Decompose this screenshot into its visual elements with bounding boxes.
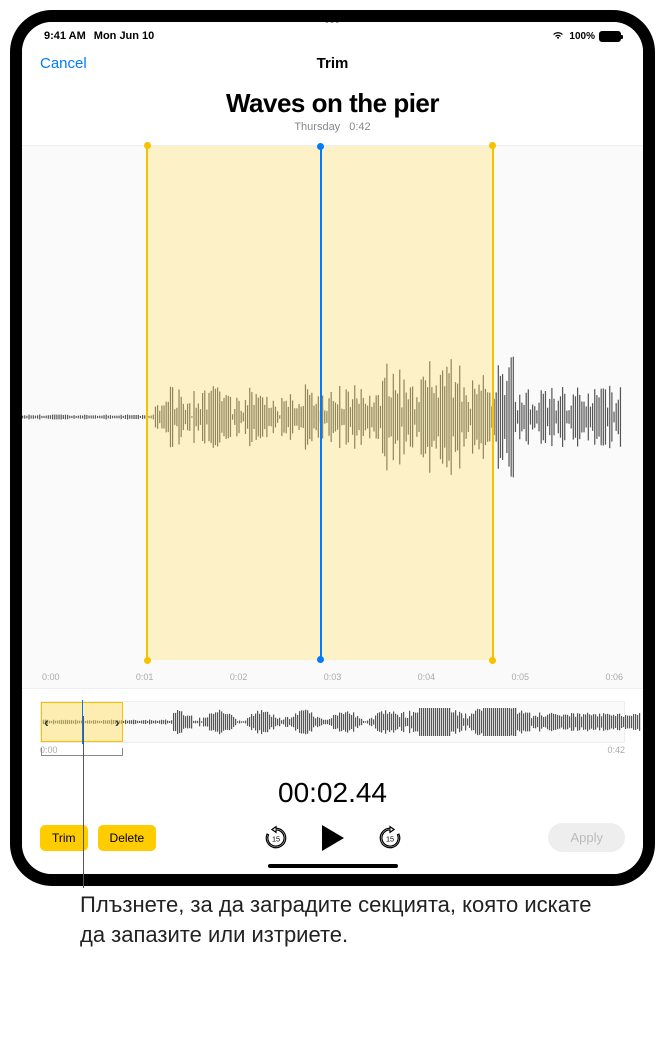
overview-end-time: 0:42: [607, 745, 625, 755]
recording-duration: 0:42: [349, 121, 370, 133]
ruler-tick: 0:03: [324, 672, 342, 682]
trim-handle-start-top[interactable]: [144, 142, 151, 149]
nav-title: Trim: [317, 55, 349, 72]
ipad-device-frame: 9:41 AM Mon Jun 10 ••• 100% Cancel Trim …: [10, 10, 655, 886]
trim-handle-end-bottom[interactable]: [489, 657, 496, 664]
waveform-area[interactable]: 0:00 0:01 0:02 0:03 0:04 0:05 0:06: [22, 145, 643, 689]
callout-bracket: [41, 746, 123, 756]
delete-button[interactable]: Delete: [98, 825, 157, 851]
overview-times: 0:00 0:42: [40, 745, 625, 755]
skip-forward-15-button[interactable]: 15: [374, 822, 406, 854]
wifi-icon: [551, 30, 565, 43]
cancel-button[interactable]: Cancel: [40, 55, 87, 72]
trim-handle-start-bottom[interactable]: [144, 657, 151, 664]
ruler-tick: 0:01: [136, 672, 154, 682]
time-ruler: 0:00 0:01 0:02 0:03 0:04 0:05 0:06: [22, 672, 643, 682]
recording-title: Waves on the pier: [22, 88, 643, 119]
trim-handle-end-top[interactable]: [489, 142, 496, 149]
current-timecode: 00:02.44: [22, 777, 643, 809]
playhead[interactable]: [320, 146, 322, 660]
waveform-overview[interactable]: [40, 701, 625, 743]
ruler-tick: 0:04: [418, 672, 436, 682]
play-button[interactable]: [316, 821, 350, 855]
battery-icon: [599, 31, 621, 42]
overflow-indicator[interactable]: •••: [325, 14, 341, 28]
ruler-tick: 0:05: [512, 672, 530, 682]
ruler-tick: 0:02: [230, 672, 248, 682]
home-indicator[interactable]: [268, 864, 398, 868]
status-bar: 9:41 AM Mon Jun 10 ••• 100%: [22, 22, 643, 46]
recording-meta: Thursday 0:42: [22, 121, 643, 133]
svg-text:15: 15: [271, 834, 279, 843]
recording-header: Waves on the pier Thursday 0:42: [22, 80, 643, 137]
callout-leader-line: [83, 716, 84, 888]
svg-text:15: 15: [385, 834, 393, 843]
ruler-tick: 0:00: [42, 672, 60, 682]
status-date: Mon Jun 10: [94, 30, 155, 42]
screen: 9:41 AM Mon Jun 10 ••• 100% Cancel Trim …: [22, 22, 643, 874]
overview-waveform: [41, 708, 641, 736]
trim-button[interactable]: Trim: [40, 825, 88, 851]
status-time: 9:41 AM: [44, 30, 86, 42]
callout-text: Плъзнете, за да заградите секцията, коят…: [80, 890, 605, 949]
recording-day: Thursday: [294, 121, 340, 133]
nav-bar: Cancel Trim: [22, 46, 643, 80]
apply-button[interactable]: Apply: [548, 823, 625, 852]
skip-back-15-button[interactable]: 15: [260, 822, 292, 854]
ruler-tick: 0:06: [605, 672, 623, 682]
battery-percent: 100%: [569, 31, 595, 42]
